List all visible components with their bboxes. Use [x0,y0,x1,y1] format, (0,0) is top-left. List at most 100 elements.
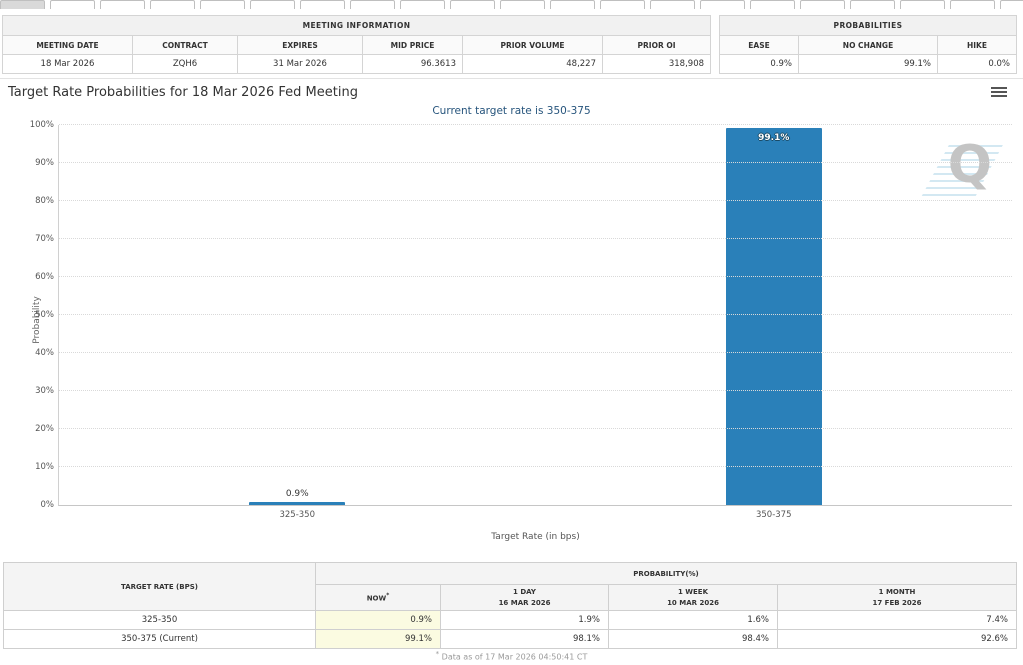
probability-pct-header: PROBABILITY(%) [316,563,1017,585]
meeting-tab-2[interactable] [100,0,145,9]
mid-price-header: MID PRICE [363,36,463,55]
meeting-tab-5[interactable] [250,0,295,9]
ease-value: 0.9% [720,55,799,74]
one-week-probability-cell: 1.6% [609,611,778,630]
chart-subtitle: Current target rate is 350-375 [0,105,1023,117]
ease-header: EASE [720,36,799,55]
x-tick-325-350: 325-350 [59,510,536,520]
fedwatch-chart: Target Rate Probabilities for 18 Mar 202… [0,78,1023,552]
meeting-tab-9[interactable] [450,0,495,9]
meeting-tab-16[interactable] [800,0,845,9]
data-as-of-footnote: * Data as of 17 Mar 2026 04:50:41 CT [0,650,1023,662]
meeting-tab-10[interactable] [500,0,545,9]
one-week-probability-cell: 98.4% [609,630,778,649]
y-axis-title: Probability [32,296,42,344]
gridline-90% [59,162,1012,163]
category-slot-325-350: 0.9% [59,125,536,505]
meeting-date-value: 18 Mar 2026 [3,55,133,74]
prior-oi-value: 318,908 [603,55,711,74]
one-month-probability-cell: 7.4% [778,611,1017,630]
gridline-80% [59,200,1012,201]
no-change-header: NO CHANGE [799,36,938,55]
contract-header: CONTRACT [133,36,238,55]
now-column-header: NOW* [316,585,441,611]
meeting-tab-15[interactable] [750,0,795,9]
gridline-40% [59,352,1012,353]
prior-volume-header: PRIOR VOLUME [463,36,603,55]
y-axis-tick: 60% [4,272,54,282]
meeting-tab-3[interactable] [150,0,195,9]
y-axis-tick: 0% [4,500,54,510]
y-axis-tick: 80% [4,196,54,206]
contract-value: ZQH6 [133,55,238,74]
meeting-tab-20[interactable] [1000,0,1023,9]
top-tab-strip [0,0,1023,9]
now-probability-cell: 99.1% [316,630,441,649]
probabilities-title: PROBABILITIES [720,16,1017,36]
category-slot-350-375: 99.1% [536,125,1013,505]
meeting-tab-19[interactable] [950,0,995,9]
y-axis-tick: 100% [4,120,54,130]
chart-export-menu-icon[interactable] [991,87,1007,99]
meeting-tab-8[interactable] [400,0,445,9]
meeting-information-table: MEETING INFORMATION MEETING DATE CONTRAC… [2,15,711,74]
target-rate-cell: 325-350 [4,611,316,630]
one-day-probability-cell: 1.9% [441,611,609,630]
meeting-tab-12[interactable] [600,0,645,9]
y-axis-tick: 90% [4,158,54,168]
gridline-20% [59,428,1012,429]
probability-history-table: TARGET RATE (BPS) PROBABILITY(%) NOW* 1 … [3,562,1017,649]
meeting-tab-17[interactable] [850,0,895,9]
meeting-tab-0[interactable] [0,0,45,9]
one-month-column-header: 1 MONTH17 FEB 2026 [778,585,1017,611]
hike-value: 0.0% [938,55,1017,74]
gridline-10% [59,466,1012,467]
chart-title: Target Rate Probabilities for 18 Mar 202… [8,85,358,100]
prior-volume-value: 48,227 [463,55,603,74]
y-axis-tick: 30% [4,386,54,396]
meeting-tab-13[interactable] [650,0,695,9]
meeting-date-header: MEETING DATE [3,36,133,55]
gridline-100% [59,124,1012,125]
meeting-tab-6[interactable] [300,0,345,9]
one-week-column-header: 1 WEEK10 MAR 2026 [609,585,778,611]
meeting-tab-1[interactable] [50,0,95,9]
prior-oi-header: PRIOR OI [603,36,711,55]
mid-price-value: 96.3613 [363,55,463,74]
bar-325-350[interactable] [249,502,345,505]
one-month-probability-cell: 92.6% [778,630,1017,649]
target-rate-cell: 350-375 (Current) [4,630,316,649]
one-day-probability-cell: 98.1% [441,630,609,649]
x-tick-350-375: 350-375 [536,510,1013,520]
y-axis-tick: 20% [4,424,54,434]
gridline-30% [59,390,1012,391]
y-axis-tick: 40% [4,348,54,358]
hike-header: HIKE [938,36,1017,55]
meeting-tab-18[interactable] [900,0,945,9]
meeting-tab-4[interactable] [200,0,245,9]
chart-plot-area: Probability 0.9% 99.1% Q 325-350 350-375… [58,125,1012,506]
bar-value-label: 99.1% [758,133,789,143]
table-row: 325-350 0.9% 1.9% 1.6% 7.4% [4,611,1017,630]
gridline-50% [59,314,1012,315]
meeting-information-title: MEETING INFORMATION [3,16,711,36]
bar-350-375[interactable] [726,128,822,505]
expires-value: 31 Mar 2026 [238,55,363,74]
now-probability-cell: 0.9% [316,611,441,630]
y-axis-tick: 10% [4,462,54,472]
expires-header: EXPIRES [238,36,363,55]
one-day-column-header: 1 DAY16 MAR 2026 [441,585,609,611]
x-axis-title: Target Rate (in bps) [59,532,1012,542]
bar-value-label: 0.9% [286,489,309,499]
meeting-tab-14[interactable] [700,0,745,9]
target-rate-bps-header: TARGET RATE (BPS) [4,563,316,611]
y-axis-tick: 50% [4,310,54,320]
table-row: 350-375 (Current) 99.1% 98.1% 98.4% 92.6… [4,630,1017,649]
y-axis-tick: 70% [4,234,54,244]
gridline-70% [59,238,1012,239]
probabilities-summary-table: PROBABILITIES EASE NO CHANGE HIKE 0.9% 9… [719,15,1017,74]
meeting-tab-11[interactable] [550,0,595,9]
no-change-value: 99.1% [799,55,938,74]
gridline-60% [59,276,1012,277]
meeting-tab-7[interactable] [350,0,395,9]
